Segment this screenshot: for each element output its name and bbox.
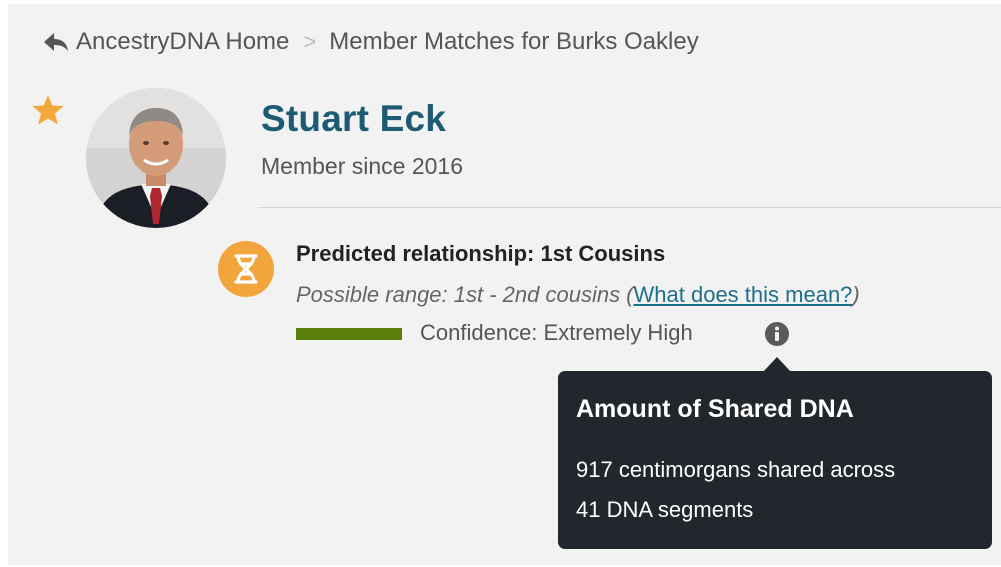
tooltip-arrow	[763, 357, 791, 372]
breadcrumb: AncestryDNA Home > Member Matches for Bu…	[42, 27, 699, 57]
avatar[interactable]	[86, 88, 226, 228]
what-does-this-mean-link[interactable]: What does this mean?	[634, 282, 853, 307]
breadcrumb-home-link[interactable]: AncestryDNA Home	[76, 28, 289, 56]
possible-range: Possible range: 1st - 2nd cousins (What …	[296, 282, 860, 308]
info-icon[interactable]	[764, 321, 790, 347]
tooltip-segments: 41 DNA segments	[576, 497, 754, 522]
tooltip-title: Amount of Shared DNA	[576, 395, 854, 423]
breadcrumb-current-link[interactable]: Member Matches for Burks Oakley	[329, 28, 698, 56]
confidence-text: Confidence: Extremely High	[420, 320, 693, 345]
tooltip-centimorgans: 917 centimorgans shared across	[576, 457, 896, 482]
breadcrumb-separator: >	[303, 29, 317, 54]
member-name: Stuart Eck	[261, 98, 447, 139]
range-suffix: )	[852, 282, 860, 307]
reply-arrow-icon[interactable]	[42, 31, 70, 53]
predicted-relationship: Predicted relationship: 1st Cousins	[296, 241, 666, 266]
confidence-bar	[296, 328, 402, 340]
shared-dna-tooltip: Amount of Shared DNA 917 centimorgans sh…	[558, 371, 992, 549]
member-since: Member since 2016	[261, 153, 463, 179]
avatar-photo	[86, 88, 226, 228]
dna-icon	[218, 241, 274, 297]
star-icon[interactable]	[30, 92, 66, 128]
range-text: Possible range: 1st - 2nd cousins (	[296, 282, 634, 307]
divider	[258, 207, 1001, 208]
